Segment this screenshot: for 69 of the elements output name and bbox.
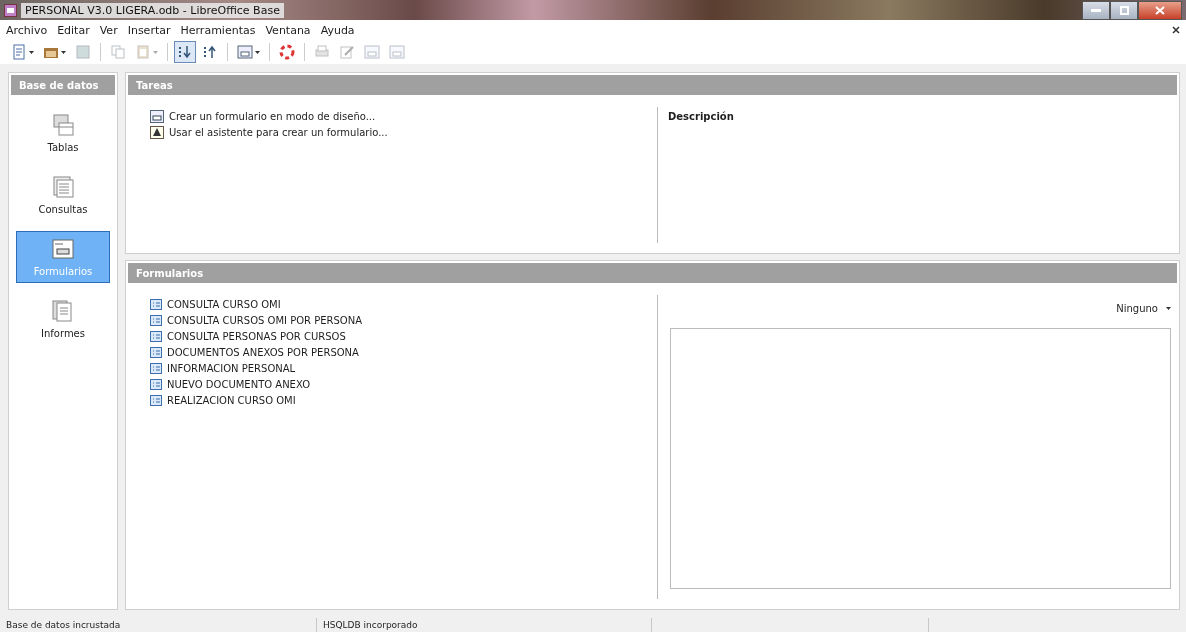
sidebar-label: Consultas	[38, 204, 88, 215]
print-icon	[314, 44, 330, 60]
wizard-icon	[150, 125, 164, 139]
form-icon	[150, 109, 164, 123]
close-icon	[1155, 5, 1165, 15]
form-icon	[51, 237, 75, 261]
grid-icon	[51, 175, 75, 199]
caret-icon	[29, 50, 34, 54]
sidebar-item[interactable]: Tablas	[16, 107, 110, 159]
form-icon	[150, 394, 162, 406]
panel-header: Tareas	[128, 75, 1177, 95]
maximize-icon	[1119, 5, 1129, 15]
table-icon	[51, 113, 75, 137]
sidebar-label: Tablas	[47, 142, 79, 153]
menu-item[interactable]: Ver	[99, 23, 118, 37]
form-name[interactable]: NUEVO DOCUMENTO ANEXO	[167, 378, 310, 390]
menu-item[interactable]: Archivo	[6, 23, 48, 37]
menu-item[interactable]: Ayuda	[320, 23, 355, 37]
sidebar-header: Base de datos	[11, 75, 115, 95]
close-icon[interactable]	[1172, 26, 1180, 34]
minimize-icon	[1091, 8, 1101, 12]
report-icon	[51, 299, 75, 323]
caret-icon	[255, 50, 260, 54]
sidebar-item[interactable]: Consultas	[16, 169, 110, 221]
form-name[interactable]: REALIZACION CURSO OMI	[167, 394, 296, 406]
menu-item[interactable]: Editar	[57, 23, 90, 37]
maximize-button[interactable]	[1110, 0, 1138, 20]
form-icon	[150, 346, 162, 358]
form-icon	[150, 330, 162, 342]
new-icon	[11, 44, 27, 60]
menu-item[interactable]: Insertar	[127, 23, 171, 37]
form-name[interactable]: CONSULTA CURSOS OMI POR PERSONA	[167, 314, 363, 326]
menu-item[interactable]: Herramientas	[180, 23, 256, 37]
toolbar-button[interactable]	[174, 41, 196, 63]
caret-icon	[1166, 307, 1171, 310]
description-title: Descripción	[668, 111, 735, 122]
sidebar-label: Informes	[41, 328, 85, 339]
app-icon	[4, 3, 17, 17]
form-icon	[150, 298, 162, 310]
menu-item[interactable]: Ventana	[265, 23, 311, 37]
form-name[interactable]: INFORMACION PERSONAL	[167, 362, 296, 374]
window-title: PERSONAL V3.0 LIGERA.odb - LibreOffice Base	[21, 2, 284, 18]
form-icon	[364, 44, 380, 60]
close-button[interactable]	[1138, 0, 1182, 20]
form-icon	[150, 314, 162, 326]
status-text: HSQLDB incorporado	[317, 618, 652, 632]
caret-icon	[153, 50, 158, 54]
caret-icon	[61, 50, 66, 54]
sidebar-item[interactable]: Informes	[16, 293, 110, 345]
form-icon	[389, 44, 405, 60]
copy-icon	[110, 44, 126, 60]
status-text: Base de datos incrustada	[0, 618, 317, 632]
form-name[interactable]: CONSULTA CURSO OMI	[167, 298, 281, 310]
form-icon	[237, 44, 253, 60]
edit-icon	[339, 44, 355, 60]
form-name[interactable]: DOCUMENTOS ANEXOS POR PERSONA	[167, 346, 359, 358]
sidebar-label: Formularios	[33, 266, 93, 277]
preview-mode-dropdown[interactable]: Ninguno	[1116, 303, 1171, 314]
sort-down-icon	[177, 44, 193, 60]
sort-up-icon	[202, 44, 218, 60]
task-link[interactable]: Crear un formulario en modo de diseño...	[169, 110, 376, 122]
form-icon	[150, 362, 162, 374]
form-name[interactable]: CONSULTA PERSONAS POR CURSOS	[167, 330, 346, 342]
paste-icon	[135, 44, 151, 60]
panel-header: Formularios	[128, 263, 1177, 283]
minimize-button[interactable]	[1082, 0, 1110, 20]
help-icon	[279, 44, 295, 60]
task-link[interactable]: Usar el asistente para crear un formulario...	[169, 126, 388, 138]
form-icon	[150, 378, 162, 390]
